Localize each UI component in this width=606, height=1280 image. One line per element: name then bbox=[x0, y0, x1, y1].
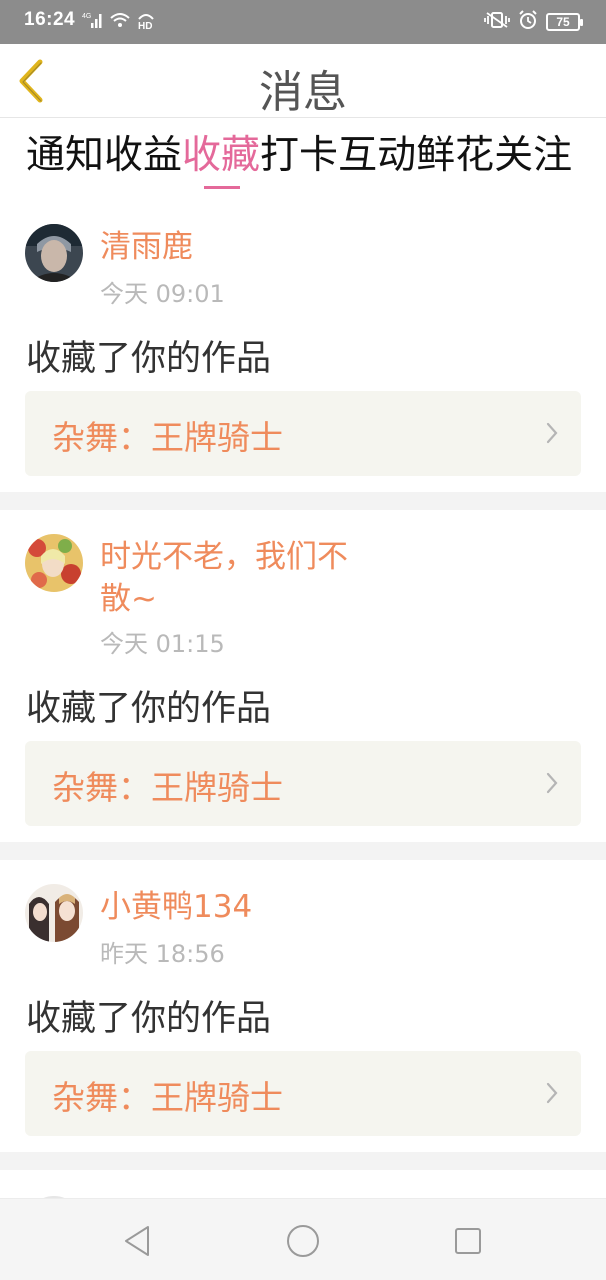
nav-home-button[interactable] bbox=[283, 1221, 323, 1261]
notification-list: 清雨鹿 今天 09:01 收藏了你的作品 杂舞：王牌骑士 时光不老，我们不 散~… bbox=[0, 200, 606, 1254]
divider bbox=[0, 842, 606, 860]
vibrate-icon bbox=[484, 11, 510, 33]
username[interactable]: 清雨鹿 bbox=[100, 226, 400, 268]
square-recent-icon bbox=[455, 1228, 481, 1254]
work-title: 杂舞：王牌骑士 bbox=[52, 418, 283, 457]
signal-icon: 4G bbox=[82, 11, 104, 33]
tab-notifications[interactable]: 通知 bbox=[26, 130, 104, 186]
nav-recent-button[interactable] bbox=[448, 1221, 488, 1261]
hd-icon: HD bbox=[136, 10, 156, 34]
avatar[interactable] bbox=[25, 224, 83, 282]
notification-action: 收藏了你的作品 bbox=[26, 339, 272, 379]
notification-time: 今天 09:01 bbox=[100, 280, 225, 308]
active-tab-indicator bbox=[204, 186, 240, 189]
chevron-right-icon bbox=[546, 1082, 558, 1104]
work-title: 杂舞：王牌骑士 bbox=[52, 768, 283, 807]
status-right-icons: 75 bbox=[484, 10, 583, 34]
nav-back-button[interactable] bbox=[118, 1221, 158, 1261]
alarm-icon bbox=[518, 10, 538, 34]
work-link[interactable]: 杂舞：王牌骑士 bbox=[25, 391, 581, 476]
chevron-right-icon bbox=[546, 422, 558, 444]
notification-action: 收藏了你的作品 bbox=[26, 999, 272, 1039]
tab-earnings[interactable]: 收益 bbox=[104, 130, 182, 186]
notification-time: 今天 01:15 bbox=[100, 630, 225, 658]
tab-flowers[interactable]: 鲜花 bbox=[416, 130, 494, 186]
category-tabs: 通知 收益 收藏 打卡 互动 鲜花 关注 bbox=[26, 130, 586, 194]
tab-following[interactable]: 关注 bbox=[494, 130, 572, 186]
notification-item: 清雨鹿 今天 09:01 收藏了你的作品 杂舞：王牌骑士 bbox=[0, 200, 606, 492]
status-time: 16:24 bbox=[24, 9, 76, 30]
triangle-back-icon bbox=[125, 1226, 149, 1256]
avatar[interactable] bbox=[25, 534, 83, 592]
status-bar: 16:24 4G HD 75 bbox=[0, 0, 606, 44]
avatar[interactable] bbox=[25, 884, 83, 942]
tab-interactions[interactable]: 互动 bbox=[338, 130, 416, 186]
page-title: 消息 bbox=[259, 67, 347, 118]
notification-item: 时光不老，我们不 散~ 今天 01:15 收藏了你的作品 杂舞：王牌骑士 bbox=[0, 510, 606, 842]
username[interactable]: 时光不老，我们不 散~ bbox=[100, 536, 400, 620]
chevron-right-icon bbox=[546, 772, 558, 794]
network-type-label: 4G bbox=[82, 13, 91, 20]
divider bbox=[0, 1152, 606, 1170]
username[interactable]: 小黄鸭134 bbox=[100, 886, 400, 928]
top-app-bar: 消息 bbox=[0, 44, 606, 118]
notification-action: 收藏了你的作品 bbox=[26, 689, 272, 729]
work-title: 杂舞：王牌骑士 bbox=[52, 1078, 283, 1117]
battery-icon: 75 bbox=[546, 13, 583, 31]
hd-label: HD bbox=[138, 21, 152, 30]
tab-favorites[interactable]: 收藏 bbox=[182, 130, 260, 186]
divider bbox=[0, 492, 606, 510]
notification-time: 昨天 18:56 bbox=[100, 940, 225, 968]
circle-home-icon bbox=[287, 1225, 319, 1257]
username-line: 散~ bbox=[100, 581, 157, 617]
status-left-icons: 4G HD bbox=[82, 10, 156, 34]
system-navigation-bar bbox=[0, 1198, 606, 1280]
tab-checkin[interactable]: 打卡 bbox=[260, 130, 338, 186]
username-line: 时光不老，我们不 bbox=[100, 539, 348, 575]
notification-item: 小黄鸭134 昨天 18:56 收藏了你的作品 杂舞：王牌骑士 bbox=[0, 860, 606, 1152]
wifi-icon bbox=[110, 11, 130, 33]
work-link[interactable]: 杂舞：王牌骑士 bbox=[25, 741, 581, 826]
work-link[interactable]: 杂舞：王牌骑士 bbox=[25, 1051, 581, 1136]
